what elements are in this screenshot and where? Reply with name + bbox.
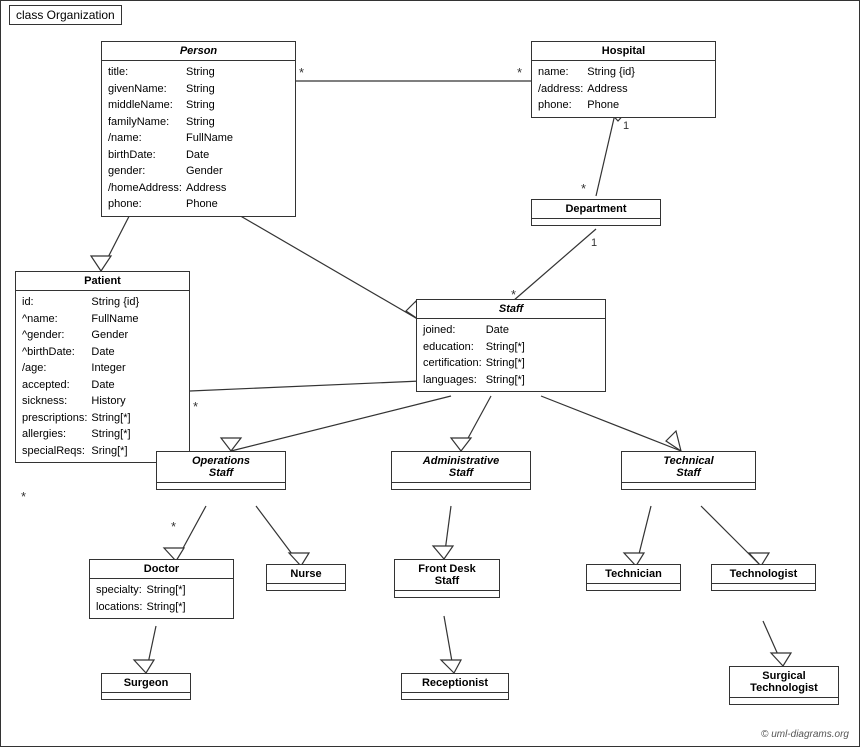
class-hospital: Hospital name:String {id} /address:Addre… bbox=[531, 41, 716, 118]
class-patient: Patient id:String {id} ^name:FullName ^g… bbox=[15, 271, 190, 463]
class-person: Person title:String givenName:String mid… bbox=[101, 41, 296, 217]
class-surgical-tech: SurgicalTechnologist bbox=[729, 666, 839, 705]
class-staff-body: joined:Date education:String[*] certific… bbox=[417, 319, 605, 391]
diagram-title: class Organization bbox=[9, 5, 122, 25]
class-doctor-header: Doctor bbox=[90, 560, 233, 579]
class-patient-body: id:String {id} ^name:FullName ^gender:Ge… bbox=[16, 291, 189, 462]
class-tech-header: TechnicalStaff bbox=[622, 452, 755, 483]
class-receptionist-body bbox=[402, 693, 508, 699]
class-hospital-body: name:String {id} /address:Address phone:… bbox=[532, 61, 715, 117]
class-receptionist: Receptionist bbox=[401, 673, 509, 700]
class-surgeon-header: Surgeon bbox=[102, 674, 190, 693]
class-technologist: Technologist bbox=[711, 564, 816, 591]
class-person-body: title:String givenName:String middleName… bbox=[102, 61, 295, 216]
class-department-header: Department bbox=[532, 200, 660, 219]
diagram-container: class Organization 1 * 1 * * * * bbox=[0, 0, 860, 747]
class-doctor: Doctor specialty:String[*] locations:Str… bbox=[89, 559, 234, 619]
svg-text:*: * bbox=[299, 65, 304, 80]
class-staff: Staff joined:Date education:String[*] ce… bbox=[416, 299, 606, 392]
class-staff-header: Staff bbox=[417, 300, 605, 319]
class-technologist-header: Technologist bbox=[712, 565, 815, 584]
class-technologist-body bbox=[712, 584, 815, 590]
class-doctor-body: specialty:String[*] locations:String[*] bbox=[90, 579, 233, 618]
class-patient-header: Patient bbox=[16, 272, 189, 291]
class-person-header: Person bbox=[102, 42, 295, 61]
class-department: Department bbox=[531, 199, 661, 226]
class-admin-staff: AdministrativeStaff bbox=[391, 451, 531, 490]
class-admin-header: AdministrativeStaff bbox=[392, 452, 530, 483]
svg-text:*: * bbox=[581, 181, 586, 196]
class-ops-header: OperationsStaff bbox=[157, 452, 285, 483]
class-tech-staff: TechnicalStaff bbox=[621, 451, 756, 490]
class-nurse-header: Nurse bbox=[267, 565, 345, 584]
class-department-body bbox=[532, 219, 660, 225]
svg-text:*: * bbox=[21, 489, 26, 504]
svg-text:1: 1 bbox=[623, 120, 629, 132]
class-tech-body bbox=[622, 483, 755, 489]
svg-text:*: * bbox=[171, 519, 176, 534]
class-technician-header: Technician bbox=[587, 565, 680, 584]
class-admin-body bbox=[392, 483, 530, 489]
class-surgeon-body bbox=[102, 693, 190, 699]
svg-text:1: 1 bbox=[591, 237, 597, 249]
class-surgical-tech-body bbox=[730, 698, 838, 704]
class-ops-body bbox=[157, 483, 285, 489]
class-hospital-header: Hospital bbox=[532, 42, 715, 61]
class-nurse-body bbox=[267, 584, 345, 590]
copyright: © uml-diagrams.org bbox=[761, 729, 849, 740]
class-technician-body bbox=[587, 584, 680, 590]
class-front-desk-body bbox=[395, 591, 499, 597]
svg-text:*: * bbox=[517, 65, 522, 80]
class-surgical-tech-header: SurgicalTechnologist bbox=[730, 667, 838, 698]
class-front-desk-header: Front DeskStaff bbox=[395, 560, 499, 591]
class-technician: Technician bbox=[586, 564, 681, 591]
class-nurse: Nurse bbox=[266, 564, 346, 591]
class-surgeon: Surgeon bbox=[101, 673, 191, 700]
class-receptionist-header: Receptionist bbox=[402, 674, 508, 693]
class-front-desk: Front DeskStaff bbox=[394, 559, 500, 598]
svg-text:*: * bbox=[193, 399, 198, 414]
class-operations-staff: OperationsStaff bbox=[156, 451, 286, 490]
